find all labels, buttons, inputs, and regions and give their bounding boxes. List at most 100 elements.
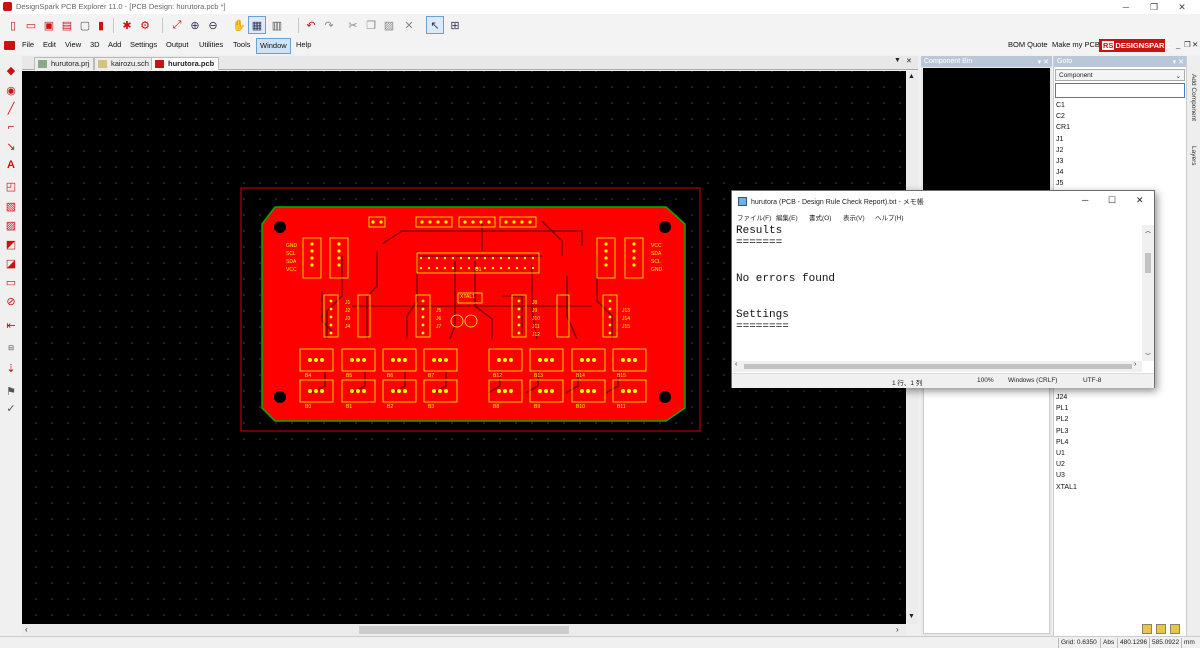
arc-icon[interactable]: ▭ — [4, 275, 18, 289]
notepad-scroll-left-icon[interactable]: ‹ — [735, 361, 737, 368]
goto-item[interactable]: XTAL1 — [1056, 482, 1184, 493]
notepad-scroll-thumb[interactable] — [1145, 253, 1151, 273]
scroll-left-icon[interactable]: ‹ — [25, 625, 28, 634]
measure-icon[interactable]: ⇣ — [4, 361, 18, 375]
notepad-scroll-down-icon[interactable]: ﹀ — [1145, 351, 1151, 360]
goto-up-icon[interactable] — [1142, 624, 1152, 634]
menu-output[interactable]: Output — [166, 40, 189, 49]
notepad-menu-file[interactable]: ファイル(F) — [737, 212, 771, 222]
zoom-in-icon[interactable]: ⊕ — [186, 16, 204, 34]
undo-icon[interactable]: ↶ — [302, 16, 320, 34]
tab-project[interactable]: hurutora.prj — [34, 57, 95, 70]
mdi-close-icon[interactable]: ✕ — [1192, 40, 1198, 49]
horizontal-scroll-thumb[interactable] — [359, 626, 569, 634]
minimize-button[interactable]: ─ — [1112, 0, 1140, 14]
print-icon[interactable]: ▮ — [92, 16, 110, 34]
copper-pour-icon[interactable]: ◩ — [4, 237, 18, 251]
design-tech-icon[interactable]: ⚙ — [136, 16, 154, 34]
menu-add[interactable]: Add — [108, 40, 121, 49]
scroll-up-icon[interactable]: ▲ — [908, 73, 915, 80]
bom-quote-link[interactable]: BOM Quote — [1008, 40, 1048, 49]
track-icon[interactable]: ⌐ — [4, 120, 18, 134]
menu-view[interactable]: View — [65, 40, 81, 49]
menu-help[interactable]: Help — [296, 40, 311, 49]
drc-check-icon[interactable]: ✓ — [4, 401, 18, 415]
notepad-hscroll-thumb[interactable] — [744, 364, 1132, 369]
goto-item[interactable]: J4 — [1056, 167, 1184, 178]
line-icon[interactable]: ▧ — [4, 199, 18, 213]
goto-close-icon[interactable]: ▾ ✕ — [1173, 58, 1184, 66]
goto-item[interactable]: C1 — [1056, 100, 1184, 111]
goto-item[interactable]: J24 — [1056, 392, 1184, 403]
redo-icon[interactable]: ↷ — [320, 16, 338, 34]
copy-icon[interactable]: ❐ — [362, 16, 380, 34]
panel-close-icon[interactable]: ▾ ✕ — [1038, 58, 1049, 66]
notepad-scroll-up-icon[interactable]: ︿ — [1145, 226, 1151, 235]
notepad-close-button[interactable]: ✕ — [1136, 195, 1144, 206]
make-my-pcb-link[interactable]: Make my PCB — [1052, 40, 1100, 49]
notepad-text-area[interactable]: Results ======= No errors found Settings… — [736, 225, 1140, 361]
scroll-right-icon[interactable]: › — [896, 625, 899, 634]
goto-item[interactable]: U2 — [1056, 459, 1184, 470]
goto-find-icon[interactable] — [1156, 624, 1166, 634]
layers-side-tab[interactable]: Layers — [1190, 146, 1197, 166]
goto-item[interactable]: U1 — [1056, 448, 1184, 459]
save-all-icon[interactable]: ▤ — [58, 16, 76, 34]
open-folder-icon[interactable]: ▭ — [22, 16, 40, 34]
route-icon[interactable]: ↘ — [4, 139, 18, 153]
goto-search-input[interactable] — [1055, 83, 1185, 98]
cut-icon[interactable]: ✂ — [344, 16, 362, 34]
text-icon[interactable]: A — [4, 158, 18, 172]
dimension-icon[interactable]: ⇤ — [4, 318, 18, 332]
goto-zoom-icon[interactable] — [1170, 624, 1180, 634]
scroll-down-icon[interactable]: ▼ — [908, 613, 915, 620]
notepad-maximize-button[interactable]: ☐ — [1108, 195, 1116, 206]
menu-utilities[interactable]: Utilities — [199, 40, 223, 49]
menu-window[interactable]: Window — [256, 38, 291, 54]
goto-item[interactable]: J2 — [1056, 145, 1184, 156]
goto-item[interactable]: J5 — [1056, 178, 1184, 189]
mdi-minimize-icon[interactable]: _ — [1176, 40, 1180, 49]
notepad-menu-view[interactable]: 表示(V) — [843, 212, 865, 222]
goto-item[interactable]: PL4 — [1056, 437, 1184, 448]
goto-type-select[interactable]: Component ⌄ — [1055, 69, 1185, 81]
select-pointer-icon[interactable]: ↖ — [426, 16, 444, 34]
canvas-horizontal-scrollbar[interactable]: ‹ › — [22, 624, 906, 636]
goto-item[interactable]: PL3 — [1056, 426, 1184, 437]
zoom-fit-icon[interactable]: ⤢ — [168, 16, 186, 34]
goto-item[interactable]: J3 — [1056, 156, 1184, 167]
goto-item[interactable]: C2 — [1056, 111, 1184, 122]
shape-icon[interactable]: ◰ — [4, 179, 18, 193]
board-properties-icon[interactable]: ▥ — [268, 16, 286, 34]
delete-icon[interactable]: ✕ — [400, 16, 418, 34]
rectangle-icon[interactable]: ▨ — [4, 218, 18, 232]
tab-pcb[interactable]: hurutora.pcb — [151, 57, 220, 70]
goto-item[interactable]: CR1 — [1056, 122, 1184, 133]
grid-toggle-icon[interactable]: ▦ — [248, 16, 266, 34]
goto-item[interactable]: J1 — [1056, 134, 1184, 145]
notepad-scroll-right-icon[interactable]: › — [1134, 361, 1136, 368]
menu-tools[interactable]: Tools — [233, 40, 251, 49]
notepad-menu-edit[interactable]: 編集(E) — [776, 212, 798, 222]
notepad-vertical-scrollbar[interactable]: ︿ ﹀ — [1142, 225, 1154, 361]
notepad-minimize-button[interactable]: ─ — [1082, 195, 1088, 205]
ruler-icon[interactable]: ⊟ — [4, 341, 18, 355]
design-rule-icon[interactable]: ⚑ — [4, 384, 18, 398]
settings-gear-icon[interactable]: ✱ — [118, 16, 136, 34]
mdi-restore-icon[interactable]: ❐ — [1184, 40, 1191, 49]
new-file-icon[interactable]: ▯ — [4, 16, 22, 34]
close-button[interactable]: ✕ — [1168, 0, 1196, 14]
goto-item[interactable]: PL2 — [1056, 414, 1184, 425]
menu-settings[interactable]: Settings — [130, 40, 157, 49]
pan-hand-icon[interactable]: ✋ — [230, 16, 248, 34]
designspark-logo[interactable]: RS DESIGNSPARK — [1099, 39, 1170, 52]
restore-button[interactable]: ❐ — [1140, 0, 1168, 14]
menu-3d[interactable]: 3D — [90, 40, 100, 49]
zoom-out-icon[interactable]: ⊖ — [204, 16, 222, 34]
goto-item[interactable]: PL1 — [1056, 403, 1184, 414]
menu-file[interactable]: File — [22, 40, 34, 49]
polygon-icon[interactable]: ◪ — [4, 256, 18, 270]
notepad-menu-help[interactable]: ヘルプ(H) — [875, 212, 904, 222]
tab-list-chevron-icon[interactable]: ▼ — [894, 57, 901, 64]
component-icon[interactable]: ◆ — [4, 63, 18, 77]
